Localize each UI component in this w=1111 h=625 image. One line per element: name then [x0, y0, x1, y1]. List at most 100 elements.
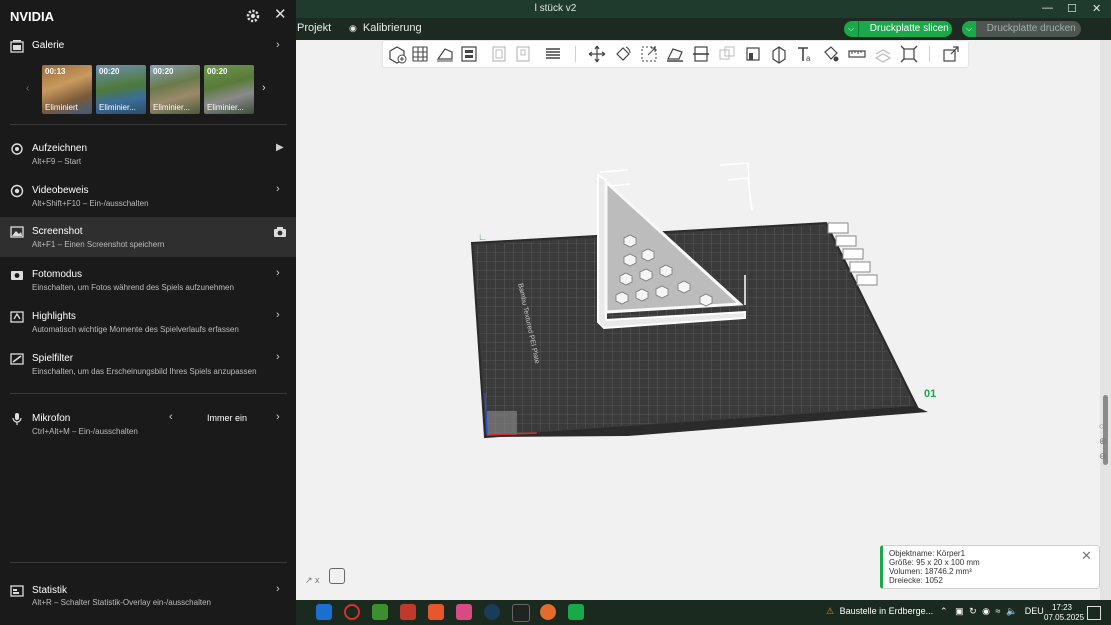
gallery-prev-icon[interactable]: ‹ [26, 83, 29, 94]
screenshot-row[interactable]: Screenshot Alt+F1 – Einen Screenshot spe… [0, 217, 296, 257]
clock[interactable]: 17:23 07.05.2025 [1044, 603, 1085, 623]
screenshot-shortcut: Alt+F1 – Einen Screenshot speichern [32, 240, 165, 249]
side-plus-icon[interactable]: ⊕ [1099, 436, 1107, 447]
gallery-icon [10, 39, 24, 53]
lay-on-face-icon[interactable] [665, 44, 685, 64]
seam-paint-icon[interactable] [769, 44, 789, 64]
photo-mode-desc: Einschalten, um Fotos während des Spiels… [32, 283, 234, 292]
statistics-icon [10, 584, 24, 598]
brave-icon[interactable] [428, 604, 444, 620]
object-info-panel: Objektname: Körper1 Größe: 95 x 20 x 100… [880, 545, 1100, 589]
add-plate-icon[interactable] [411, 44, 431, 64]
notification-icon[interactable] [1087, 606, 1101, 620]
tray-refresh-icon[interactable]: ↻ [969, 606, 977, 616]
gallery-row[interactable]: Galerie › [0, 34, 296, 58]
microphone-shortcut: Ctrl+Alt+M – Ein-/ausschalten [32, 427, 138, 436]
info-close-icon[interactable]: ✕ [1081, 549, 1093, 562]
volume-icon[interactable]: 🔈 [1006, 606, 1017, 616]
layers-icon[interactable] [543, 44, 563, 64]
instant-replay-shortcut: Alt+Shift+F10 – Ein-/ausschalten [32, 199, 149, 208]
opera-icon[interactable] [344, 604, 360, 620]
tray-app-icon[interactable]: ▣ [955, 606, 964, 616]
game-filter-label: Spielfilter [32, 353, 74, 364]
highlights-row[interactable]: Highlights Automatisch wichtige Momente … [0, 304, 296, 344]
support-paint-icon[interactable] [743, 44, 763, 64]
assembly-icon[interactable] [873, 44, 893, 64]
auto-orient-icon[interactable] [435, 44, 455, 64]
thumb-caption: Eliminier... [99, 103, 136, 112]
plate-orient-icon [842, 248, 864, 260]
game-filter-row[interactable]: Spielfilter Einschalten, um das Erschein… [0, 346, 296, 386]
divider [10, 562, 287, 563]
game-launcher-icon[interactable] [400, 604, 416, 620]
media-app-icon[interactable] [456, 604, 472, 620]
clock-time: 17:23 [1051, 603, 1073, 612]
color-paint-icon[interactable] [821, 44, 841, 64]
overlay-close-icon[interactable]: ✕ [274, 7, 288, 23]
origin-icon[interactable] [540, 604, 556, 620]
thumb-duration: 00:13 [45, 67, 66, 76]
language-indicator[interactable]: DEU [1025, 606, 1044, 616]
bambu-studio-icon[interactable] [568, 604, 584, 620]
gallery-thumb[interactable]: 00:20 Eliminier... [150, 65, 200, 114]
scale-icon[interactable] [639, 44, 659, 64]
outlook-icon[interactable] [316, 604, 332, 620]
instant-replay-icon [10, 184, 24, 198]
move-icon[interactable] [587, 44, 607, 64]
record-shortcut: Alt+F9 – Start [32, 157, 82, 166]
thumb-caption: Eliminier... [207, 103, 244, 112]
svg-text:a: a [806, 54, 811, 63]
arrange-icon[interactable] [459, 44, 479, 64]
photo-mode-icon [10, 268, 24, 282]
cut-icon[interactable] [691, 44, 711, 64]
object-triangles: Dreiecke: 1052 [889, 576, 943, 585]
text-icon[interactable]: a [795, 44, 815, 64]
split-objects-icon[interactable] [489, 44, 509, 64]
fit-view-icon[interactable] [899, 44, 919, 64]
side-lock-icon[interactable]: ○ [1099, 421, 1104, 431]
highlights-icon [10, 310, 24, 324]
camera-icon[interactable] [273, 225, 287, 239]
plate-lock-icon [849, 261, 871, 273]
nvidia-overlay-panel: NVIDIA ✕ Galerie › ‹ 00:13 Eliminiert 00… [0, 0, 296, 625]
settings-gear-icon[interactable] [245, 8, 261, 24]
weather-text: Baustelle in Erdberge... [839, 606, 934, 616]
wifi-icon[interactable]: ≈ [996, 606, 1001, 616]
statistics-row[interactable]: Statistik Alt+R – Schalter Statistik-Ove… [0, 578, 296, 614]
gallery-thumb[interactable]: 00:20 Eliminier... [96, 65, 146, 114]
plate-settings-icon [856, 274, 878, 286]
instant-replay-row[interactable]: Videobeweis Alt+Shift+F10 – Ein-/ausscha… [0, 178, 296, 218]
mic-prev-icon[interactable]: ‹ [169, 411, 173, 423]
rotate-icon[interactable] [613, 44, 633, 64]
weather-widget[interactable]: ⚠ Baustelle in Erdberge... [826, 606, 933, 617]
add-object-icon[interactable] [387, 44, 407, 64]
highlights-chevron-icon: › [276, 309, 280, 321]
export-icon[interactable] [941, 44, 961, 64]
mic-next-icon[interactable]: › [276, 411, 280, 423]
instant-replay-chevron-icon: › [276, 183, 280, 195]
record-label: Aufzeichnen [32, 143, 88, 154]
tray-bell-icon[interactable]: ◉ [982, 606, 990, 616]
minecraft-icon[interactable] [372, 604, 388, 620]
game-filter-desc: Einschalten, um das Erscheinungsbild Ihr… [32, 367, 257, 376]
plate-corner-mark: ∟ [478, 232, 487, 242]
gallery-next-icon[interactable]: › [262, 82, 266, 94]
microphone-label: Mikrofon [32, 413, 71, 424]
side-minus-icon[interactable]: ⊖ [1099, 451, 1107, 462]
gallery-label: Galerie [32, 40, 65, 51]
split-parts-icon[interactable] [513, 44, 533, 64]
gallery-thumb[interactable]: 00:13 Eliminiert [42, 65, 92, 114]
gallery-thumb[interactable]: 00:20 Eliminier... [204, 65, 254, 114]
play-icon[interactable]: ▶ [276, 142, 284, 153]
tray-expand-icon[interactable]: ⌃ [940, 606, 948, 616]
mic-mode-value: Immer ein [207, 413, 248, 423]
clock-date: 07.05.2025 [1044, 613, 1085, 622]
photo-mode-row[interactable]: Fotomodus Einschalten, um Fotos während … [0, 262, 296, 302]
record-row[interactable]: Aufzeichnen Alt+F9 – Start ▶ [0, 136, 296, 176]
boolean-icon[interactable] [717, 44, 737, 64]
epic-games-icon[interactable] [512, 604, 530, 622]
thumb-duration: 00:20 [99, 67, 120, 76]
steam-icon[interactable] [484, 604, 500, 620]
view-reset-icon[interactable] [329, 568, 345, 584]
measure-icon[interactable] [847, 44, 867, 64]
